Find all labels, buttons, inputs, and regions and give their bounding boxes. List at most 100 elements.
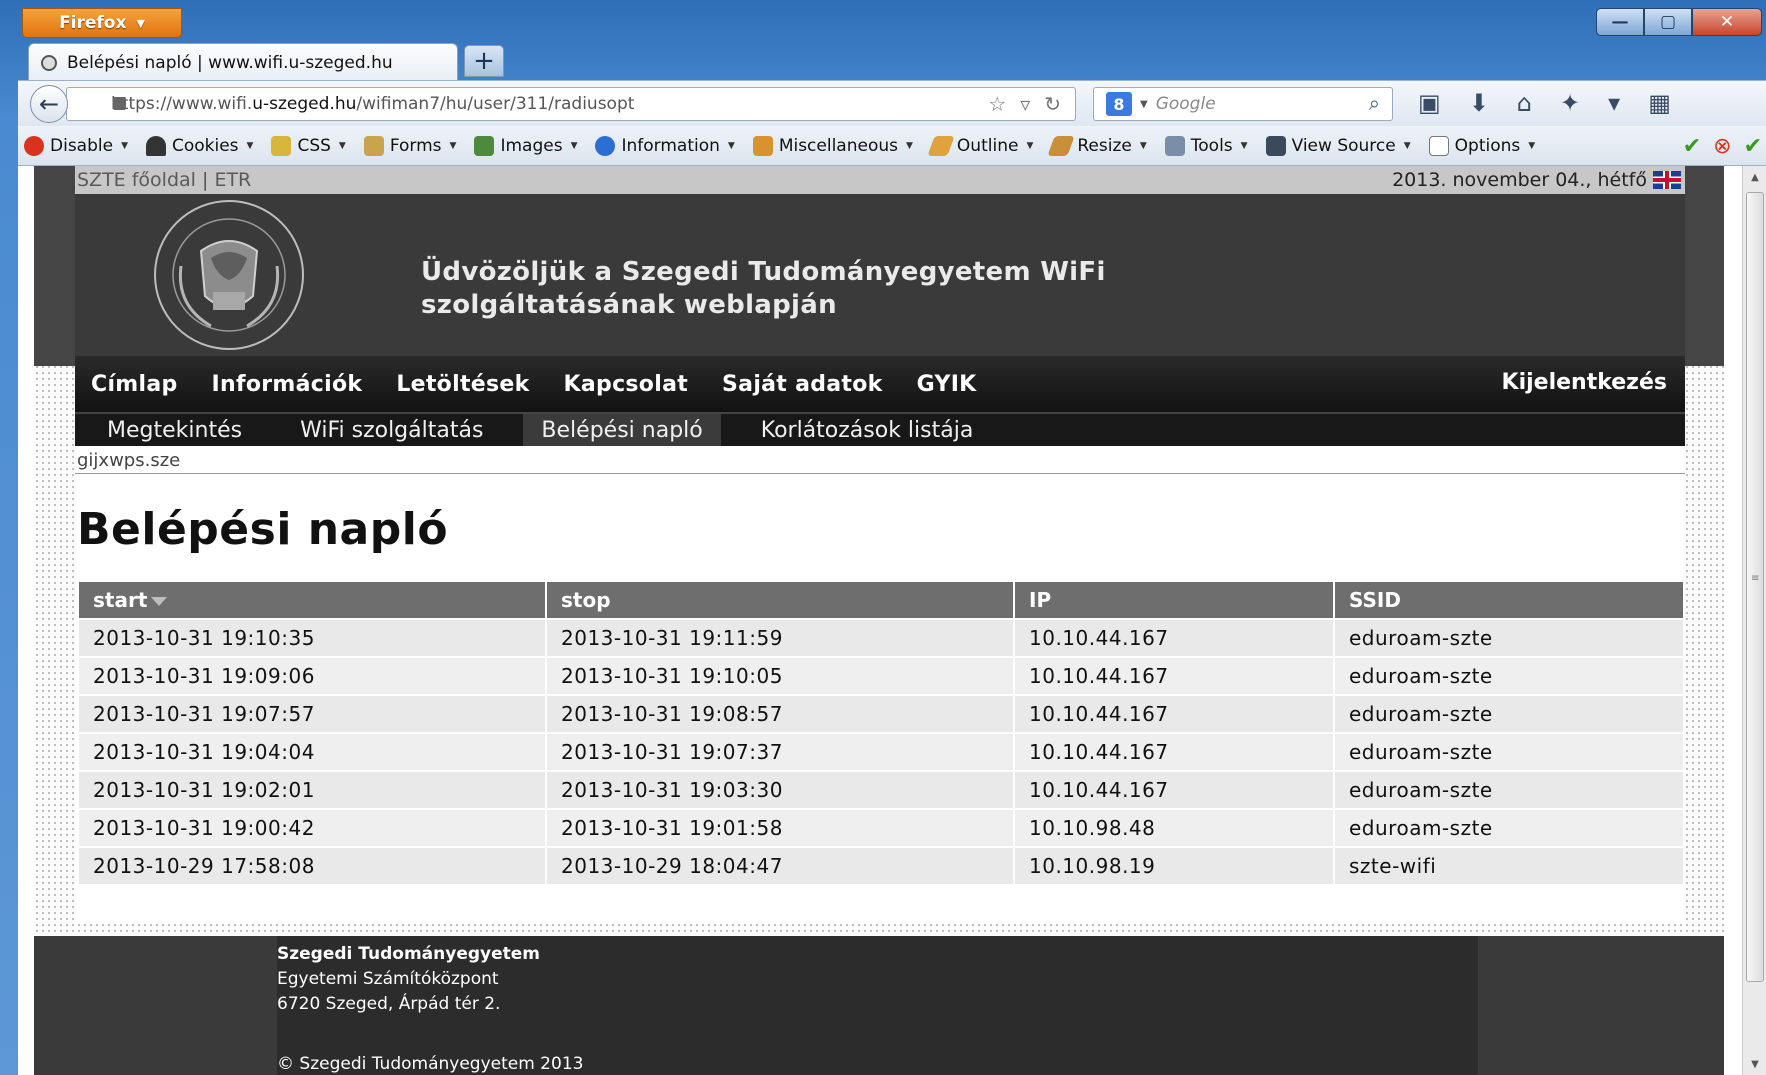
firefox-menu-label: Firefox bbox=[59, 13, 127, 33]
english-flag-icon[interactable] bbox=[1653, 171, 1681, 189]
subnav-item-korlatozasok-listaja[interactable]: Korlátozások listája bbox=[743, 414, 992, 446]
nav-item-letoltesek[interactable]: Letöltések bbox=[396, 372, 529, 397]
column-header-stop[interactable]: stop bbox=[547, 582, 1013, 618]
extension-icon[interactable]: ✦ bbox=[1560, 89, 1580, 117]
images-icon bbox=[474, 135, 495, 156]
cell-start: 2013-10-31 19:07:57 bbox=[79, 696, 545, 732]
menu-grid-icon[interactable]: ▦ bbox=[1648, 89, 1671, 117]
new-tab-button[interactable]: + bbox=[464, 45, 504, 77]
minimize-button[interactable]: — bbox=[1596, 8, 1644, 36]
close-window-button[interactable]: ✕ bbox=[1692, 8, 1762, 36]
cell-start: 2013-10-31 19:09:06 bbox=[79, 658, 545, 694]
back-button[interactable]: ← bbox=[30, 85, 68, 123]
footer-address: 6720 Szeged, Árpád tér 2. bbox=[277, 994, 501, 1014]
tab-title: Belépési napló | www.wifi.u-szeged.hu bbox=[67, 52, 393, 73]
devbar-item-tools[interactable]: Tools ▼ bbox=[1164, 135, 1248, 156]
table-header-row: start stop IP SSID bbox=[79, 582, 1683, 618]
search-icon[interactable]: ⌕ bbox=[1369, 91, 1380, 115]
cell-start: 2013-10-31 19:10:35 bbox=[79, 620, 545, 656]
vertical-scrollbar[interactable]: ▲ ≡ ▼ bbox=[1742, 166, 1766, 1075]
column-header-start[interactable]: start bbox=[79, 582, 545, 618]
cell-stop: 2013-10-29 18:04:47 bbox=[547, 848, 1013, 884]
main-content: gijxwps.sze Belépési napló start stop IP… bbox=[75, 446, 1685, 924]
cell-start: 2013-10-29 17:58:08 bbox=[79, 848, 545, 884]
page-title: Belépési napló bbox=[77, 504, 449, 555]
browser-tab[interactable]: Belépési napló | www.wifi.u-szeged.hu bbox=[28, 43, 458, 81]
devbar-item-resize[interactable]: Resize ▼ bbox=[1047, 135, 1147, 156]
subnav-item-megtekintes[interactable]: Megtekintés bbox=[89, 414, 260, 446]
checkmark-icon[interactable]: ✔ bbox=[1683, 134, 1701, 159]
url-domain: u-szeged.hu bbox=[252, 94, 357, 114]
options-icon bbox=[1428, 135, 1449, 156]
history-dropdown-icon[interactable]: ▿ bbox=[1020, 92, 1030, 116]
devbar-label: Outline bbox=[956, 135, 1019, 156]
devbar-label: Resize bbox=[1077, 135, 1132, 156]
chevron-down-icon: ▼ bbox=[136, 16, 145, 30]
cell-ssid: eduroam-szte bbox=[1335, 696, 1683, 732]
checkmark-icon[interactable]: ✔ bbox=[1744, 134, 1762, 159]
devbar-item-forms[interactable]: Forms ▼ bbox=[363, 135, 456, 156]
scroll-thumb[interactable]: ≡ bbox=[1746, 192, 1764, 982]
cell-ssid: eduroam-szte bbox=[1335, 734, 1683, 770]
table-row: 2013-10-31 19:02:01 2013-10-31 19:03:30 … bbox=[79, 772, 1683, 808]
view-source-icon bbox=[1265, 135, 1286, 156]
subnav-item-belepesi-naplo[interactable]: Belépési napló bbox=[523, 414, 721, 446]
username-label: gijxwps.sze bbox=[75, 446, 1685, 474]
bookmarks-icon[interactable]: ▣ bbox=[1418, 89, 1441, 117]
maximize-button[interactable]: ▢ bbox=[1644, 8, 1692, 36]
devbar-item-outline[interactable]: Outline ▼ bbox=[927, 135, 1033, 156]
search-placeholder: Google bbox=[1155, 94, 1216, 114]
nav-item-informaciok[interactable]: Információk bbox=[212, 372, 363, 397]
column-header-ip[interactable]: IP bbox=[1015, 582, 1333, 618]
table-row: 2013-10-31 19:09:06 2013-10-31 19:10:05 … bbox=[79, 658, 1683, 694]
devbar-label: Tools bbox=[1190, 135, 1233, 156]
logout-link[interactable]: Kijelentkezés bbox=[1502, 370, 1667, 395]
devbar-item-cookies[interactable]: Cookies ▼ bbox=[145, 135, 253, 156]
url-bar[interactable]: https://www.wifi. u-szeged.hu/wifiman7/hu… bbox=[66, 87, 1076, 121]
devbar-item-images[interactable]: Images ▼ bbox=[474, 135, 577, 156]
home-icon[interactable]: ⌂ bbox=[1517, 89, 1532, 117]
nav-item-cimlap[interactable]: Címlap bbox=[91, 372, 178, 397]
etr-link[interactable]: ETR bbox=[214, 169, 251, 191]
main-navigation: Címlap Információk Letöltések Kapcsolat … bbox=[75, 356, 1685, 412]
scroll-up-arrow-icon[interactable]: ▲ bbox=[1743, 166, 1766, 188]
cell-stop: 2013-10-31 19:08:57 bbox=[547, 696, 1013, 732]
cell-ip: 10.10.44.167 bbox=[1015, 620, 1333, 656]
nav-item-kapcsolat[interactable]: Kapcsolat bbox=[564, 372, 689, 397]
column-header-ssid[interactable]: SSID bbox=[1335, 582, 1683, 618]
devbar-item-disable[interactable]: Disable ▼ bbox=[24, 135, 128, 156]
footer-copyright: © Szegedi Tudományegyetem 2013 bbox=[277, 1054, 584, 1074]
favicon-icon bbox=[41, 54, 57, 71]
login-log-table: start stop IP SSID 2013-10-31 19:10:35 2… bbox=[77, 580, 1685, 886]
nav-item-sajat-adatok[interactable]: Saját adatok bbox=[722, 372, 883, 397]
outline-icon bbox=[927, 135, 955, 156]
cookies-icon bbox=[145, 135, 166, 156]
firefox-menu-button[interactable]: Firefox ▼ bbox=[22, 8, 182, 38]
nav-item-gyik[interactable]: GYIK bbox=[917, 372, 977, 397]
devbar-item-information[interactable]: Information ▼ bbox=[595, 135, 735, 156]
devbar-item-miscellaneous[interactable]: Miscellaneous ▼ bbox=[752, 135, 913, 156]
download-icon[interactable]: ⬇ bbox=[1469, 89, 1489, 117]
cell-stop: 2013-10-31 19:03:30 bbox=[547, 772, 1013, 808]
reload-icon[interactable]: ↻ bbox=[1044, 92, 1061, 116]
cell-ip: 10.10.44.167 bbox=[1015, 696, 1333, 732]
chevron-down-icon[interactable]: ▾ bbox=[1608, 89, 1620, 117]
devbar-item-view-source[interactable]: View Source ▼ bbox=[1265, 135, 1411, 156]
resize-icon bbox=[1047, 135, 1075, 156]
lock-icon bbox=[113, 97, 126, 110]
subnav-item-wifi-szolgaltatas[interactable]: WiFi szolgáltatás bbox=[282, 414, 501, 446]
cell-stop: 2013-10-31 19:11:59 bbox=[547, 620, 1013, 656]
devbar-label: Information bbox=[621, 135, 720, 156]
bookmark-star-icon[interactable]: ☆ bbox=[988, 92, 1006, 116]
szte-home-link[interactable]: SZTE főoldal bbox=[77, 169, 196, 191]
devbar-item-options[interactable]: Options ▼ bbox=[1428, 135, 1535, 156]
scroll-down-arrow-icon[interactable]: ▼ bbox=[1743, 1053, 1766, 1075]
toolbar-icons: ▣ ⬇ ⌂ ✦ ▾ ▦ bbox=[1418, 89, 1671, 117]
search-engine-icon[interactable]: 8 bbox=[1106, 92, 1132, 116]
devbar-label: Miscellaneous bbox=[778, 135, 898, 156]
devbar-item-css[interactable]: CSS ▼ bbox=[271, 135, 346, 156]
search-box[interactable]: 8 ▼ Google ⌕ bbox=[1093, 87, 1393, 121]
error-icon[interactable]: ⊗ bbox=[1713, 134, 1731, 159]
information-icon bbox=[595, 135, 616, 156]
table-row: 2013-10-31 19:04:04 2013-10-31 19:07:37 … bbox=[79, 734, 1683, 770]
